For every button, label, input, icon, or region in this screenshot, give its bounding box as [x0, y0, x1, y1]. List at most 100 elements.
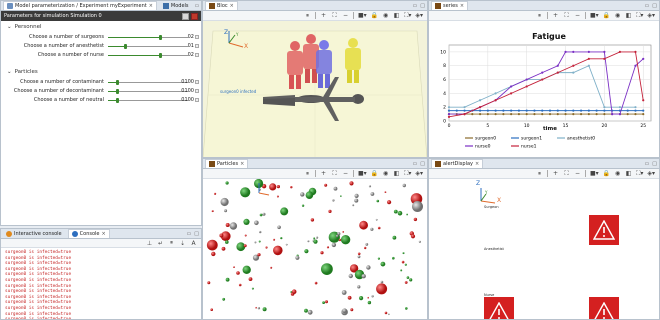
- tab-models[interactable]: Models: [160, 1, 192, 10]
- wrap-icon[interactable]: ↵: [157, 240, 164, 247]
- zoom-in-icon[interactable]: +: [552, 12, 559, 19]
- camera-icon[interactable]: ■▾: [590, 12, 599, 19]
- tab-bloc[interactable]: Bloc ×: [205, 1, 238, 10]
- slider-knob[interactable]: [123, 44, 127, 49]
- zoom-fit-icon[interactable]: ⛶: [331, 170, 338, 178]
- snapshot-icon[interactable]: ◉: [382, 170, 389, 177]
- revert-icon[interactable]: [182, 12, 189, 20]
- tab-model-parameterization[interactable]: Model parameterization / Experiment myEx…: [3, 1, 157, 10]
- close-icon[interactable]: ×: [475, 161, 479, 167]
- parameter-toggle[interactable]: [195, 53, 199, 57]
- maximize-icon[interactable]: □: [420, 161, 425, 167]
- fullscreen-icon[interactable]: ◧: [625, 12, 632, 19]
- fullscreen-icon[interactable]: ◧: [393, 170, 400, 177]
- pause-icon[interactable]: ⏸: [304, 170, 311, 178]
- clear-console-icon[interactable]: ⊥: [146, 240, 153, 247]
- parameter-slider[interactable]: [108, 44, 188, 49]
- parameter-toggle[interactable]: [195, 89, 199, 93]
- slider-knob[interactable]: [158, 53, 162, 58]
- zoom-in-icon[interactable]: +: [552, 170, 559, 177]
- expand-icon[interactable]: ⛶▾: [404, 170, 411, 178]
- close-icon[interactable]: ×: [230, 3, 234, 9]
- slider-knob[interactable]: [115, 80, 119, 85]
- lock-icon[interactable]: 🔒: [371, 12, 378, 19]
- parameter-toggle[interactable]: [195, 44, 199, 48]
- expand-icon[interactable]: ⛶▾: [636, 12, 643, 20]
- parameter-value[interactable]: 02: [188, 34, 194, 40]
- zoom-out-icon[interactable]: −: [342, 12, 349, 19]
- expand-icon[interactable]: ⛶▾: [404, 12, 411, 20]
- tab-particles[interactable]: Particles ×: [205, 159, 249, 168]
- parameter-value[interactable]: 0100: [181, 79, 194, 85]
- minimize-icon[interactable]: ▭: [195, 3, 200, 9]
- particles-section-header[interactable]: ⌄ Particles: [1, 66, 201, 78]
- alert-canvas[interactable]: Z X Y Surgeon Anesthetist Nurse: [429, 179, 659, 319]
- camera-icon[interactable]: ■▾: [358, 170, 367, 177]
- maximize-icon[interactable]: □: [652, 3, 657, 9]
- minimize-icon[interactable]: ▭: [187, 231, 192, 237]
- maximize-icon[interactable]: □: [194, 231, 199, 237]
- layers-icon[interactable]: ◈▾: [647, 170, 655, 177]
- slider-knob[interactable]: [115, 89, 119, 94]
- tab-console[interactable]: Console ×: [67, 229, 110, 238]
- expand-icon[interactable]: ⛶▾: [636, 170, 643, 178]
- tab-alert-display[interactable]: alertDisplay ×: [431, 159, 484, 168]
- zoom-out-icon[interactable]: −: [574, 12, 581, 19]
- minimize-icon[interactable]: ▭: [645, 161, 650, 167]
- zoom-in-icon[interactable]: +: [320, 12, 327, 19]
- layers-icon[interactable]: ◈▾: [647, 12, 655, 19]
- pause-icon[interactable]: ⏸: [304, 12, 311, 20]
- snapshot-icon[interactable]: ◉: [382, 12, 389, 19]
- zoom-fit-icon[interactable]: ⛶: [563, 12, 570, 20]
- maximize-icon[interactable]: □: [420, 3, 425, 9]
- pause-icon[interactable]: ⏸: [168, 239, 175, 247]
- parameter-value[interactable]: 02: [188, 52, 194, 58]
- minimize-icon[interactable]: ▭: [413, 3, 418, 9]
- bloc-scene[interactable]: Z X Y surgeon0 infected: [203, 21, 427, 157]
- parameter-slider[interactable]: [108, 80, 188, 85]
- zoom-in-icon[interactable]: +: [320, 170, 327, 177]
- parameter-toggle[interactable]: [195, 98, 199, 102]
- apply-icon[interactable]: [191, 12, 198, 20]
- zoom-out-icon[interactable]: −: [574, 170, 581, 177]
- close-icon[interactable]: ×: [240, 161, 244, 167]
- lock-icon[interactable]: 🔒: [603, 170, 610, 177]
- layers-icon[interactable]: ◈▾: [415, 12, 423, 19]
- snapshot-icon[interactable]: ◉: [614, 170, 621, 177]
- minimize-icon[interactable]: ▭: [645, 3, 650, 9]
- personnel-section-header[interactable]: ⌄ Personnel: [1, 21, 201, 33]
- parameter-toggle[interactable]: [195, 80, 199, 84]
- parameter-slider[interactable]: [108, 35, 188, 40]
- close-icon[interactable]: ×: [149, 3, 153, 9]
- slider-knob[interactable]: [115, 98, 119, 103]
- minimize-icon[interactable]: ▭: [413, 161, 418, 167]
- pause-icon[interactable]: ⏸: [536, 12, 543, 20]
- parameter-slider[interactable]: [108, 53, 188, 58]
- font-size-icon[interactable]: A: [190, 240, 197, 247]
- close-icon[interactable]: ×: [460, 3, 464, 9]
- close-icon[interactable]: ×: [102, 231, 106, 237]
- parameter-value[interactable]: 0100: [181, 97, 194, 103]
- parameter-value[interactable]: 0100: [181, 88, 194, 94]
- parameter-toggle[interactable]: [195, 35, 199, 39]
- zoom-fit-icon[interactable]: ⛶: [563, 170, 570, 178]
- maximize-icon[interactable]: □: [652, 161, 657, 167]
- pause-icon[interactable]: ⏸: [536, 170, 543, 178]
- fatigue-chart[interactable]: Fatigue 0 2 4 6 8 10 0 5 10 15 20 25 time surgeon0 s…: [429, 21, 659, 157]
- fullscreen-icon[interactable]: ◧: [625, 170, 632, 177]
- lock-icon[interactable]: 🔒: [603, 12, 610, 19]
- tab-series[interactable]: series ×: [431, 1, 469, 10]
- particles-view[interactable]: [203, 178, 427, 319]
- snapshot-icon[interactable]: ◉: [614, 12, 621, 19]
- parameter-slider[interactable]: [108, 98, 188, 103]
- zoom-fit-icon[interactable]: ⛶: [331, 12, 338, 20]
- slider-knob[interactable]: [158, 35, 162, 40]
- parameter-slider[interactable]: [108, 89, 188, 94]
- camera-icon[interactable]: ■▾: [358, 12, 367, 19]
- scroll-lock-icon[interactable]: ⇣: [179, 240, 186, 247]
- parameter-value[interactable]: 01: [188, 43, 194, 49]
- lock-icon[interactable]: 🔒: [371, 170, 378, 177]
- zoom-out-icon[interactable]: −: [342, 170, 349, 177]
- layers-icon[interactable]: ◈▾: [415, 170, 423, 177]
- fullscreen-icon[interactable]: ◧: [393, 12, 400, 19]
